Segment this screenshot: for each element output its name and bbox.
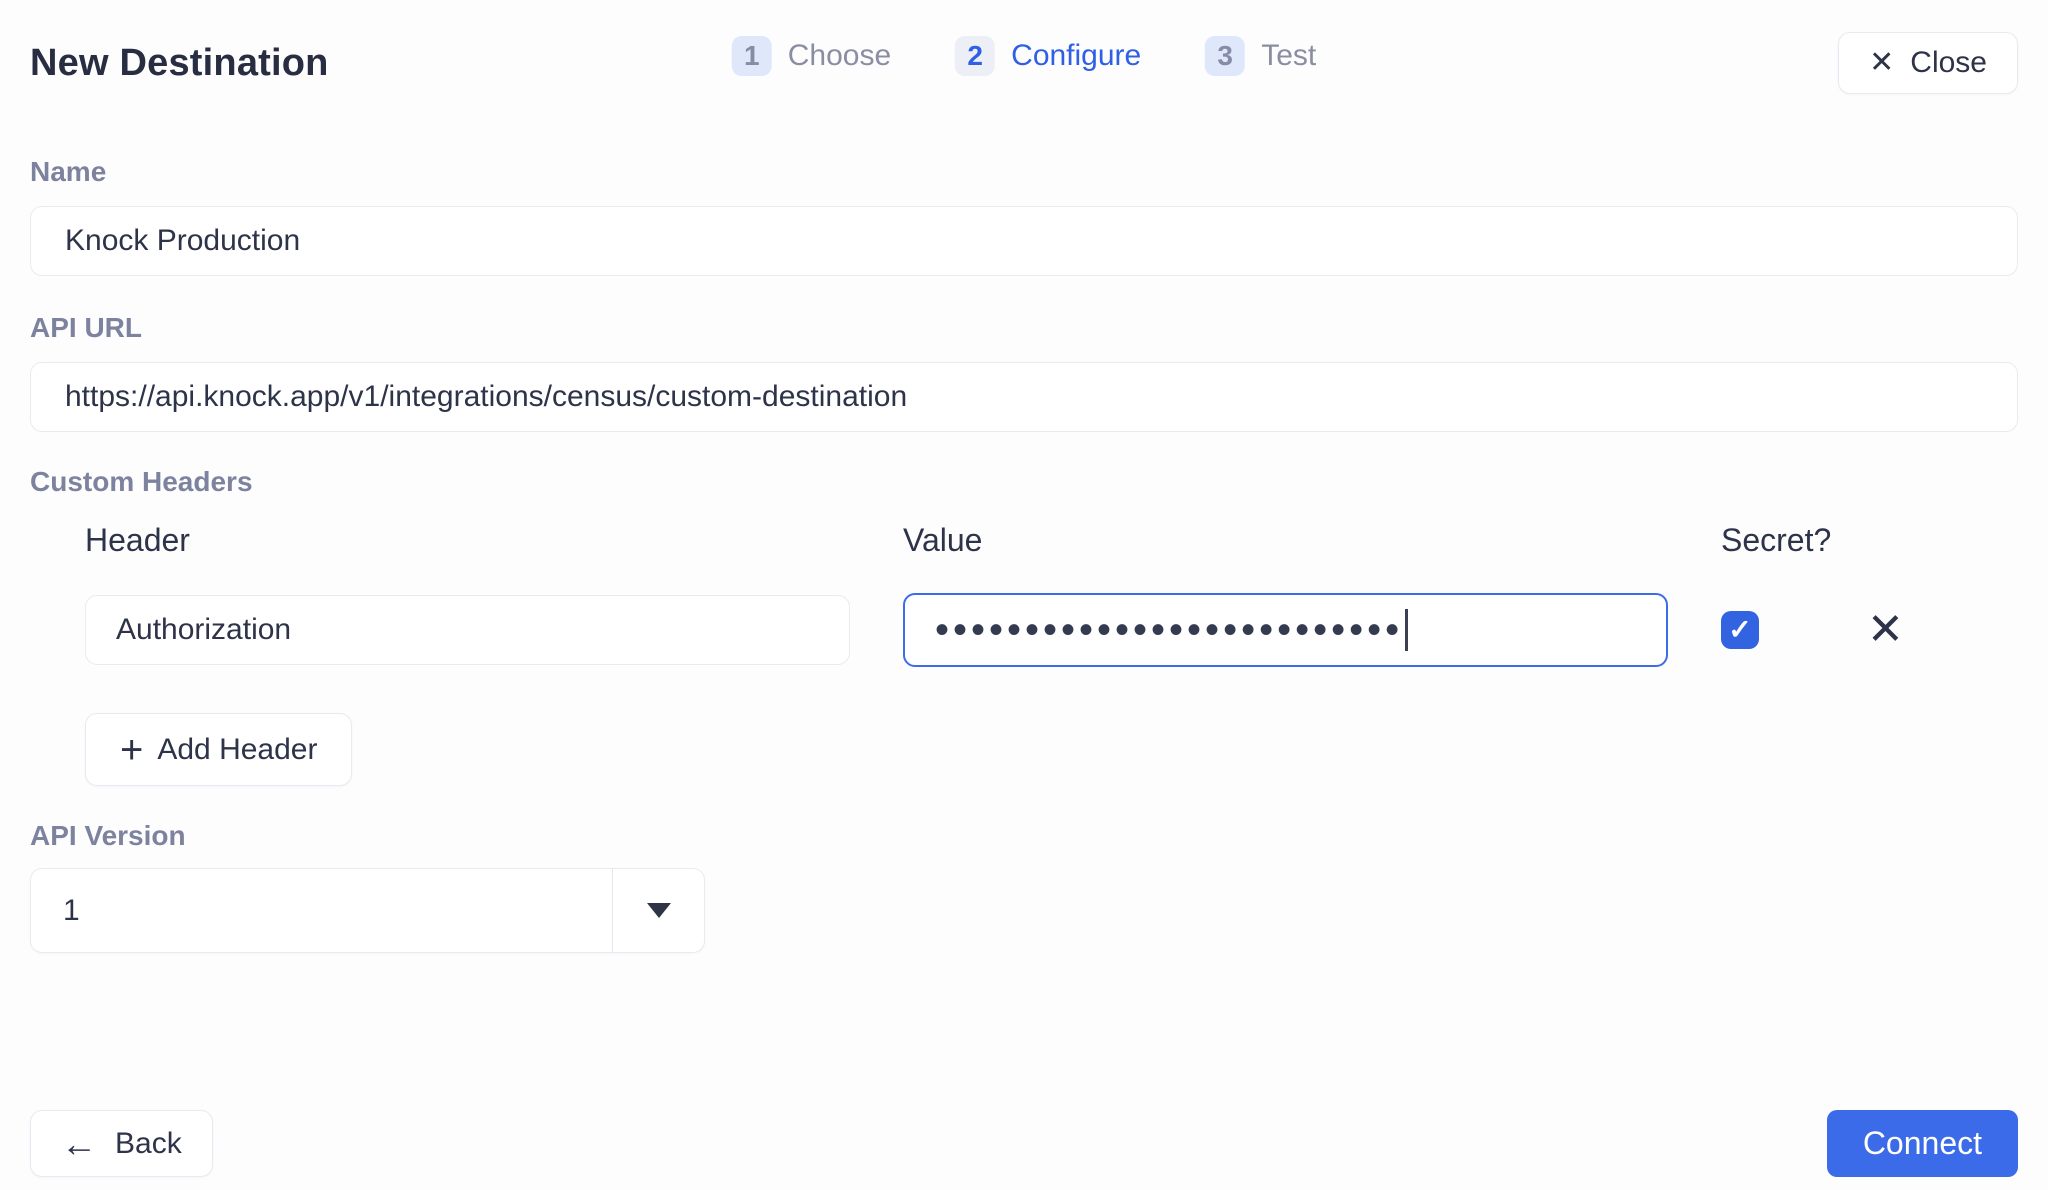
step-configure[interactable]: 2 Configure bbox=[955, 36, 1141, 76]
close-button-label: Close bbox=[1910, 46, 1987, 80]
step-test-label: Test bbox=[1261, 39, 1316, 73]
stepper: 1 Choose 2 Configure 3 Test bbox=[732, 36, 1317, 76]
step-configure-number: 2 bbox=[955, 36, 995, 76]
step-choose-number: 1 bbox=[732, 36, 772, 76]
api-url-label: API URL bbox=[30, 312, 2018, 344]
header-value-input[interactable]: •••••••••••••••••••••••••• bbox=[903, 593, 1668, 667]
dialog-footer: ← Back Connect bbox=[30, 1110, 2018, 1177]
custom-header-row: Authorization ••••••••••••••••••••••••••… bbox=[85, 593, 2018, 667]
api-version-selected-value: 1 bbox=[31, 869, 612, 952]
step-configure-label: Configure bbox=[1011, 39, 1141, 73]
caret-down-icon bbox=[647, 903, 671, 918]
step-test[interactable]: 3 Test bbox=[1205, 36, 1316, 76]
dialog-header: New Destination 1 Choose 2 Configure 3 T… bbox=[30, 0, 2018, 96]
close-button[interactable]: ✕ Close bbox=[1838, 32, 2018, 94]
step-choose[interactable]: 1 Choose bbox=[732, 36, 891, 76]
delete-header-icon[interactable]: ✕ bbox=[1867, 608, 1904, 652]
select-caret-zone[interactable] bbox=[612, 869, 704, 952]
header-value-masked: •••••••••••••••••••••••••• bbox=[935, 610, 1403, 650]
api-url-input-value: https://api.knock.app/v1/integrations/ce… bbox=[65, 380, 907, 414]
add-header-button-label: Add Header bbox=[157, 733, 317, 767]
column-header-secret: Secret? bbox=[1721, 522, 2011, 559]
custom-headers-label: Custom Headers bbox=[30, 466, 2018, 498]
column-header-header: Header bbox=[85, 522, 850, 559]
connect-button[interactable]: Connect bbox=[1827, 1110, 2018, 1177]
close-icon: ✕ bbox=[1869, 48, 1894, 78]
header-name-input-value: Authorization bbox=[116, 613, 291, 647]
custom-headers-column-row: Header Value Secret? bbox=[85, 522, 2018, 559]
secret-checkbox[interactable]: ✓ bbox=[1721, 611, 1759, 649]
step-test-number: 3 bbox=[1205, 36, 1245, 76]
name-label: Name bbox=[30, 156, 2018, 188]
back-button-label: Back bbox=[115, 1127, 182, 1161]
add-header-button[interactable]: + Add Header bbox=[85, 713, 352, 786]
header-name-input[interactable]: Authorization bbox=[85, 595, 850, 665]
api-version-select[interactable]: 1 bbox=[30, 868, 705, 953]
new-destination-dialog: New Destination 1 Choose 2 Configure 3 T… bbox=[0, 0, 2048, 1190]
name-input[interactable]: Knock Production bbox=[30, 206, 2018, 276]
connect-button-label: Connect bbox=[1863, 1125, 1982, 1162]
back-button[interactable]: ← Back bbox=[30, 1110, 213, 1177]
step-choose-label: Choose bbox=[788, 39, 891, 73]
column-header-value: Value bbox=[903, 522, 1668, 559]
checkmark-icon: ✓ bbox=[1728, 616, 1751, 644]
api-url-input[interactable]: https://api.knock.app/v1/integrations/ce… bbox=[30, 362, 2018, 432]
name-input-value: Knock Production bbox=[65, 224, 300, 258]
plus-icon: + bbox=[120, 730, 143, 770]
back-arrow-icon: ← bbox=[61, 1126, 97, 1162]
page-title: New Destination bbox=[30, 42, 329, 85]
secret-cell: ✓ ✕ bbox=[1721, 608, 2011, 652]
api-version-label: API Version bbox=[30, 820, 2018, 852]
text-cursor bbox=[1405, 609, 1408, 651]
